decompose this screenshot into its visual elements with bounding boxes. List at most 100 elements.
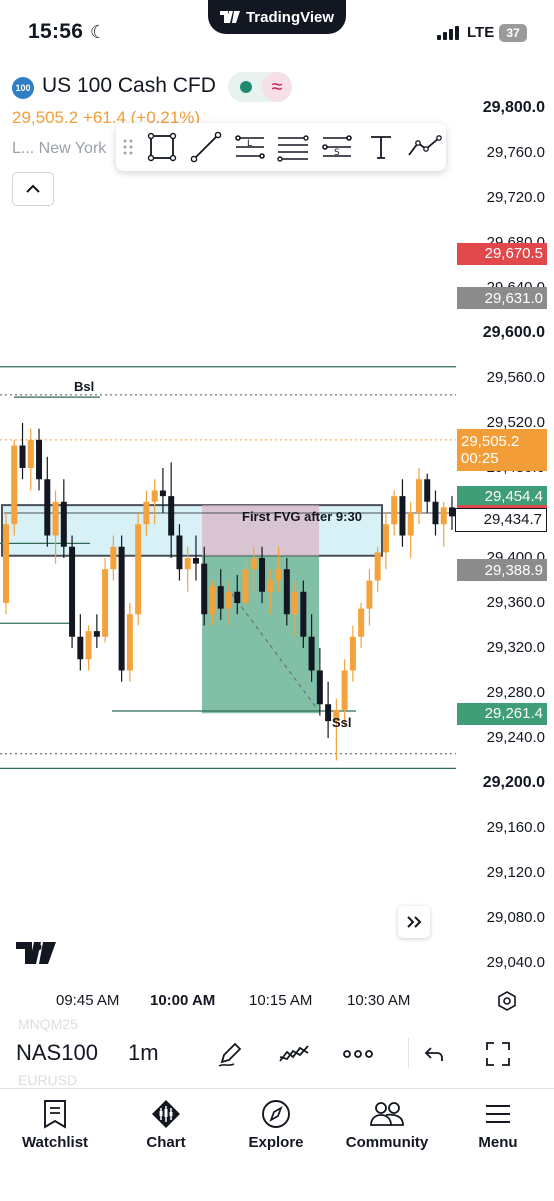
price-tick-label: 29,600.0: [482, 324, 545, 341]
candle-body: [77, 636, 84, 660]
trend-line-tool-button[interactable]: [184, 127, 228, 167]
menu-icon: [486, 1105, 510, 1123]
tab-menu[interactable]: Menu: [448, 1096, 548, 1151]
tab-label: Community: [345, 1134, 429, 1151]
price-tag-value: 29,454.4: [484, 488, 543, 506]
ssl-label: Ssl: [332, 715, 352, 730]
fullscreen-button[interactable]: [480, 1036, 516, 1072]
ghost-symbol-bottom: EURUSD: [18, 1072, 78, 1088]
price-tag: 29,261.4: [457, 702, 547, 725]
candle-body: [135, 524, 142, 615]
parallel-channel-tool-button[interactable]: [272, 127, 316, 167]
tab-label: Chart: [146, 1134, 186, 1151]
interval-selector[interactable]: 1m: [128, 1040, 159, 1066]
time-label: 10:30 AM: [347, 992, 411, 1009]
tradingview-logo-icon: [219, 11, 240, 23]
candle-body: [151, 490, 158, 502]
candle-body: [415, 479, 422, 513]
grip-icon[interactable]: [116, 127, 141, 167]
candle-body: [250, 558, 257, 570]
symbol-selector[interactable]: NAS100: [16, 1040, 98, 1066]
price-tick-label: 29,360.0: [486, 594, 545, 611]
candle-body: [52, 501, 59, 536]
tab-explore[interactable]: Explore: [226, 1096, 326, 1151]
more-options-button[interactable]: [340, 1036, 376, 1072]
app-pill-label: TradingView: [245, 8, 335, 26]
candle-body: [366, 580, 373, 609]
time-label: 09:45 AM: [56, 992, 120, 1009]
candle-body: [60, 501, 67, 547]
bsl-label: Bsl: [74, 379, 94, 394]
moon-icon: ☾: [90, 22, 107, 42]
price-tag: 29,505.2 00:25: [457, 428, 547, 471]
candle-body: [201, 563, 208, 615]
candle-body: [234, 591, 241, 603]
price-tag: 29,670.5: [457, 242, 547, 265]
fullscreen-icon: [486, 1042, 510, 1066]
community-icon: [370, 1102, 404, 1126]
drawing-tools-button[interactable]: [212, 1036, 248, 1072]
long-position-icon: L: [234, 135, 265, 159]
rectangle-icon: [148, 132, 177, 162]
candle-body: [316, 670, 323, 705]
svg-text:L: L: [247, 139, 252, 149]
indicators-icon: [279, 1045, 309, 1062]
short-position-tool-button[interactable]: S: [315, 127, 359, 167]
undo-button[interactable]: [416, 1036, 452, 1072]
fvg-label: First FVG after 9:30: [242, 509, 362, 524]
svg-text:S: S: [334, 148, 340, 158]
candle-body: [374, 552, 381, 581]
price-tag-value: 29,388.9: [484, 561, 543, 579]
price-tick-label: 29,120.0: [486, 864, 545, 881]
price-tick-label: 29,800.0: [482, 99, 545, 116]
tab-label: Explore: [248, 1134, 304, 1151]
drawing-toolbar: L S: [116, 123, 446, 171]
long-position-tool-button[interactable]: L: [228, 127, 272, 167]
rectangle-tool-button[interactable]: [141, 127, 185, 167]
candle-body: [341, 670, 348, 710]
candle-body: [242, 569, 249, 603]
price-tick-label: 29,200.0: [482, 774, 545, 791]
candle-body: [85, 631, 92, 660]
compass-icon: [262, 1100, 290, 1128]
candle-body: [176, 535, 183, 570]
candle-body: [308, 636, 315, 671]
signal-icon: [437, 26, 459, 40]
candle-body: [184, 558, 191, 570]
double-chevron-right-icon: [407, 916, 422, 928]
chart-settings-icon[interactable]: [496, 990, 518, 1012]
tab-community[interactable]: Community: [337, 1096, 437, 1151]
text-tool-button[interactable]: [359, 127, 403, 167]
parallel-channel-icon: [277, 135, 310, 162]
scroll-to-realtime-button[interactable]: [398, 906, 430, 938]
tab-watchlist[interactable]: Watchlist: [5, 1096, 105, 1151]
candle-body: [226, 591, 232, 609]
status-time: 15:56: [28, 20, 84, 43]
path-tool-button[interactable]: [402, 127, 446, 167]
candle-body: [382, 524, 389, 553]
candle-body: [44, 479, 51, 536]
candle-body: [424, 479, 431, 502]
price-tick-label: 29,760.0: [486, 144, 545, 161]
price-tick-label: 29,160.0: [486, 819, 545, 836]
price-chart[interactable]: Bsl Ssl First FVG after 9:30: [0, 88, 460, 978]
network-type: LTE: [467, 24, 495, 41]
text-icon: [370, 136, 391, 159]
candle-body: [283, 569, 290, 615]
candle-body: [267, 580, 274, 592]
tab-chart[interactable]: Chart: [116, 1096, 216, 1151]
indicators-button[interactable]: [276, 1036, 312, 1072]
trend-line-icon: [190, 131, 222, 163]
price-tick-label: 29,320.0: [486, 639, 545, 656]
ghost-symbol-top: MNQM25: [18, 1016, 78, 1032]
price-tag: 29,434.7: [455, 507, 547, 532]
price-tick-label: 29,280.0: [486, 684, 545, 701]
price-tick-label: 29,720.0: [486, 189, 545, 206]
price-tag-value: 29,670.5: [484, 245, 543, 263]
path-icon: [408, 135, 443, 156]
time-label-bold: 10:00 AM: [150, 992, 216, 1009]
candle-body: [292, 591, 299, 615]
price-tag-value: 29,434.7: [483, 511, 542, 529]
price-tag: 29,388.9: [457, 559, 547, 582]
time-label: 10:15 AM: [249, 992, 313, 1009]
